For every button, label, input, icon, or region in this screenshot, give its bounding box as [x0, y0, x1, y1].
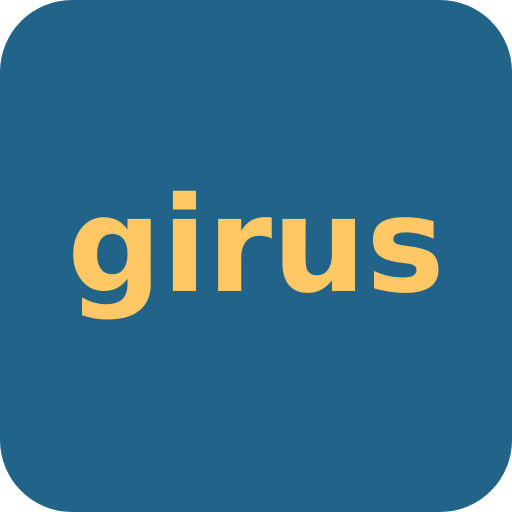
wordmark-text: girus	[67, 169, 445, 323]
app-icon: girus	[0, 0, 512, 512]
